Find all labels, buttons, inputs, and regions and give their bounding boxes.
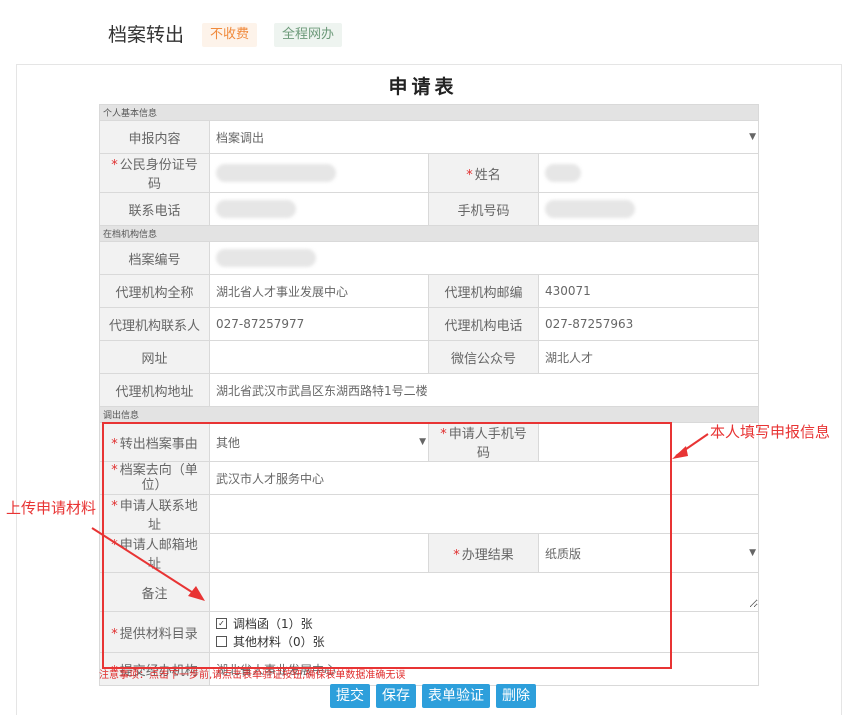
redacted-value bbox=[216, 164, 336, 182]
destination-field[interactable]: 武汉市人才服务中心 bbox=[208, 461, 760, 495]
id-number-field[interactable] bbox=[209, 153, 429, 193]
applicant-email-label: * 申请人邮箱地址 bbox=[99, 533, 210, 573]
agency-name-label: 代理机构全称 bbox=[99, 274, 210, 308]
name-label: * 姓名 bbox=[428, 153, 539, 193]
applicant-email-field[interactable] bbox=[209, 533, 429, 573]
free-tag: 不收费 bbox=[202, 23, 258, 47]
materials-label: * 提供材料目录 bbox=[99, 611, 210, 653]
online-tag: 全程网办 bbox=[274, 23, 343, 47]
remarks-cell bbox=[208, 572, 760, 612]
file-number-label: 档案编号 bbox=[99, 241, 210, 275]
result-value: 纸质版 bbox=[545, 546, 582, 561]
mobile-field[interactable] bbox=[537, 192, 760, 226]
agency-phone-field[interactable]: 027-87257963 bbox=[537, 307, 760, 341]
checkbox-icon[interactable] bbox=[216, 635, 227, 647]
agency-name-field[interactable]: 湖北省人才事业发展中心 bbox=[209, 274, 429, 308]
applicant-mobile-label: * 申请人手机号码 bbox=[428, 422, 539, 462]
section-personal: 个人基本信息 bbox=[98, 104, 760, 121]
save-button[interactable]: 保存 bbox=[376, 684, 416, 708]
id-number-label: * 公民身份证号码 bbox=[99, 153, 210, 193]
redacted-value bbox=[545, 200, 635, 218]
checkbox-checked-icon[interactable]: ✓ bbox=[216, 617, 227, 629]
mobile-label: 手机号码 bbox=[428, 192, 539, 226]
section-transfer: 调出信息 bbox=[98, 406, 760, 423]
result-select[interactable]: 纸质版 ▼ bbox=[537, 533, 760, 573]
submit-button[interactable]: 提交 bbox=[330, 684, 370, 708]
remarks-label: 备注 bbox=[99, 572, 210, 612]
wechat-field[interactable]: 湖北人才 bbox=[537, 340, 760, 374]
destination-label: * 档案去向（单位） bbox=[99, 461, 210, 495]
redacted-value bbox=[545, 164, 581, 182]
page-header: 档案转出 不收费 全程网办 bbox=[0, 0, 846, 60]
reason-select[interactable]: 其他 ▼ bbox=[209, 422, 429, 462]
page-title: 档案转出 bbox=[108, 24, 185, 46]
contact-phone-field[interactable] bbox=[209, 192, 429, 226]
declare-content-value: 档案调出 bbox=[216, 130, 265, 145]
contact-phone-label: 联系电话 bbox=[99, 192, 210, 226]
website-field[interactable] bbox=[209, 340, 429, 374]
delete-button[interactable]: 删除 bbox=[496, 684, 536, 708]
annotation-fill-info: 本人填写申报信息 bbox=[710, 423, 831, 441]
material-item[interactable]: ✓ 调档函（1）张 bbox=[216, 614, 752, 632]
agency-postcode-field[interactable]: 430071 bbox=[537, 274, 760, 308]
name-field[interactable] bbox=[537, 153, 760, 193]
application-form: 个人基本信息 申报内容 档案调出 ▼ * 公民身份证号码 * 姓名 联系电话 手机号… bbox=[98, 104, 760, 686]
validate-button[interactable]: 表单验证 bbox=[422, 684, 490, 708]
caret-down-icon: ▼ bbox=[419, 437, 426, 447]
result-label: * 办理结果 bbox=[428, 533, 539, 573]
material-item-label: 其他材料（0）张 bbox=[233, 634, 325, 649]
redacted-value bbox=[216, 249, 316, 267]
material-item-label: 调档函（1）张 bbox=[233, 616, 313, 631]
agency-postcode-label: 代理机构邮编 bbox=[428, 274, 539, 308]
caret-down-icon: ▼ bbox=[749, 548, 757, 558]
annotation-upload: 上传申请材料 bbox=[6, 499, 97, 517]
wechat-label: 微信公众号 bbox=[428, 340, 539, 374]
website-label: 网址 bbox=[99, 340, 210, 374]
redacted-value bbox=[216, 200, 296, 218]
material-item[interactable]: 其他材料（0）张 bbox=[216, 632, 752, 650]
caret-down-icon: ▼ bbox=[749, 132, 757, 142]
declare-content-select[interactable]: 档案调出 ▼ bbox=[208, 120, 760, 154]
action-buttons: 提交 保存 表单验证 删除 bbox=[330, 684, 536, 708]
agency-contact-label: 代理机构联系人 bbox=[99, 307, 210, 341]
remarks-textarea[interactable] bbox=[210, 573, 759, 608]
agency-contact-field[interactable]: 027-87257977 bbox=[209, 307, 429, 341]
agency-phone-label: 代理机构电话 bbox=[428, 307, 539, 341]
materials-cell: ✓ 调档函（1）张 其他材料（0）张 bbox=[208, 611, 760, 653]
file-number-field[interactable] bbox=[208, 241, 760, 275]
agency-address-label: 代理机构地址 bbox=[99, 373, 210, 407]
declare-content-label: 申报内容 bbox=[99, 120, 210, 154]
notice-text: 注意事项：点击下一步前,请点击表单验证按钮,确保表单数据准确无误 bbox=[99, 670, 406, 681]
reason-label: * 转出档案事由 bbox=[99, 422, 210, 462]
section-agency: 在档机构信息 bbox=[98, 225, 760, 242]
applicant-address-field[interactable] bbox=[208, 494, 760, 534]
applicant-address-label: * 申请人联系地址 bbox=[99, 494, 210, 534]
reason-value: 其他 bbox=[216, 435, 241, 450]
agency-address-field[interactable]: 湖北省武汉市武昌区东湖西路特1号二楼 bbox=[208, 373, 760, 407]
form-title: 申请表 bbox=[388, 76, 458, 98]
